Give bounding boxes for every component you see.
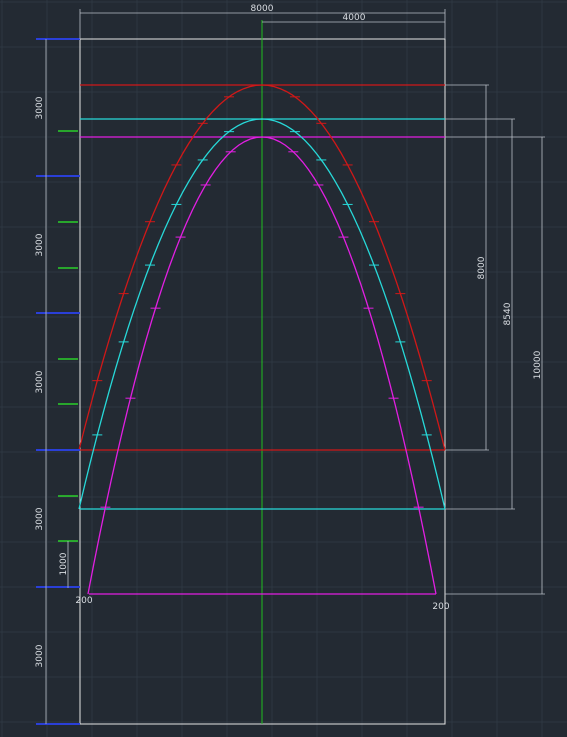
- right-dimension-8540: 8540: [445, 118, 515, 510]
- cad-drawing[interactable]: 8000 4000 3000 3000 3000 3000 3000 1000 …: [0, 0, 567, 737]
- dim-label-right-1: 8000: [477, 256, 487, 279]
- dim-label-top-width: 8000: [251, 4, 274, 14]
- dim-label-left-1: 3000: [35, 96, 45, 119]
- dim-label-left-4: 3000: [35, 507, 45, 530]
- dim-label-left-3: 3000: [35, 370, 45, 393]
- left-dimension-line: [45, 39, 69, 724]
- dim-label-base-right: 200: [432, 602, 449, 612]
- dim-label-left-5: 3000: [35, 644, 45, 667]
- dim-label-right-2: 8540: [503, 302, 513, 325]
- dim-label-base-left: 200: [75, 596, 92, 606]
- dim-label-left-small: 1000: [59, 552, 69, 575]
- background-grid: [0, 0, 567, 737]
- dim-label-top-half: 4000: [343, 13, 366, 23]
- dim-label-left-2: 3000: [35, 233, 45, 256]
- dim-label-right-3: 10000: [533, 350, 543, 379]
- right-dimension-10000: 10000: [445, 136, 545, 595]
- top-dimension-4000: 4000: [262, 13, 445, 23]
